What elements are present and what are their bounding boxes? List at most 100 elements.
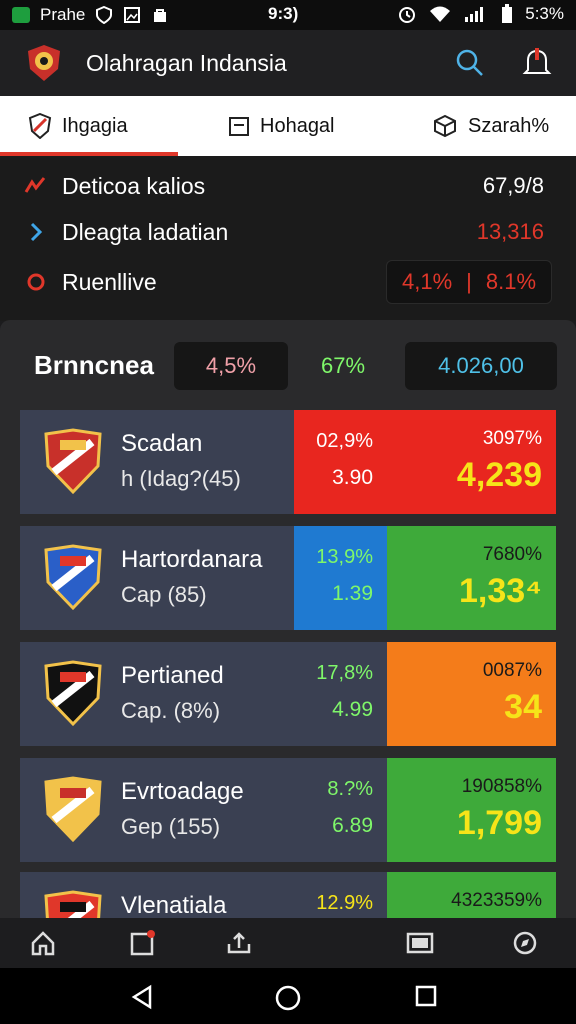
wifi-icon — [430, 6, 451, 22]
team-sub: Cap (85) — [121, 582, 207, 607]
team-row[interactable]: Evrtoadage Gep (155) 8.?% 6.89 190858% 1… — [20, 758, 556, 862]
summary-value: 13,316 — [476, 219, 544, 244]
stat-percent: 12.9% — [316, 892, 373, 914]
tab-label: Szarah% — [468, 114, 550, 137]
tv-icon[interactable] — [406, 930, 434, 956]
alarm-icon — [399, 7, 416, 23]
team-name: Hartordanara — [121, 546, 263, 573]
tab-szarah[interactable]: Szarah% — [432, 96, 549, 156]
home-circle-icon[interactable] — [274, 984, 302, 1012]
team-sub: Cap. (8%) — [121, 698, 221, 723]
summary-row[interactable]: Ruenllive 4,1% | 8.1% — [24, 260, 552, 304]
clock: 9:3) — [268, 4, 299, 23]
score-cell: 3097% 4,239 — [387, 410, 556, 514]
percent-b: 8.1% — [485, 269, 537, 294]
stat-cell: 17,8% 4.99 — [294, 642, 387, 746]
score-percent: 0087% — [482, 660, 542, 681]
score-cell: 190858% 1,799 — [387, 758, 556, 862]
battery-icon — [502, 4, 513, 23]
crest-icon — [44, 890, 102, 920]
tab-ihgagia[interactable]: Ihgagia — [28, 96, 128, 156]
battery-percent: 5:3% — [525, 4, 564, 23]
team-sub: h (Idag?(45) — [121, 466, 241, 491]
tab-hohagal[interactable]: Hohagal — [228, 96, 335, 156]
cube-icon — [434, 114, 456, 138]
summary-label: Deticoa kalios — [62, 172, 206, 199]
crest-icon — [44, 544, 102, 611]
back-icon[interactable] — [130, 984, 154, 1010]
team-row[interactable]: Scadan h (Idag?(45) 02,9% 3.90 3097% 4,2… — [20, 410, 556, 514]
stat-percent: 13,9% — [316, 546, 373, 568]
circle-icon — [27, 273, 45, 291]
team-name: Evrtoadage — [121, 778, 244, 805]
search-icon[interactable] — [455, 48, 485, 78]
chevron-right-icon — [30, 222, 43, 242]
stat-percent: 8.?% — [327, 778, 373, 800]
club-logo-icon[interactable] — [24, 43, 64, 83]
signal-icon — [465, 7, 484, 22]
panel-title: Brnncnea — [34, 350, 154, 380]
shield-icon — [96, 6, 113, 24]
shield-badge-icon — [28, 113, 52, 139]
team-name: Scadan — [121, 430, 203, 457]
image-icon — [124, 7, 141, 23]
stat-percent: 17,8% — [316, 662, 373, 684]
summary-section: Deticoa kalios 67,9/8 Dleagta ladatian 1… — [0, 156, 576, 321]
score-percent: 190858% — [461, 776, 542, 797]
percent-separator: | — [466, 269, 472, 294]
score-percent: 7680% — [482, 544, 542, 565]
team-name: Pertianed — [121, 662, 224, 689]
stat-cell: 13,9% 1.39 — [294, 526, 387, 630]
summary-label: Ruenllive — [62, 268, 157, 295]
score-value: 34 — [504, 688, 542, 726]
stat-box-c: 4.026,00 — [405, 342, 557, 390]
summary-label: Dleagta ladatian — [62, 218, 229, 245]
score-cell: 0087% 34 — [387, 642, 556, 746]
score-percent: 4323359% — [451, 890, 542, 911]
stat-box-a: 4,5% — [174, 342, 288, 390]
tab-label: Hohagal — [260, 114, 335, 137]
panel-header: Brnncnea 4,5% 67% 4.026,00 — [0, 338, 576, 394]
compass-icon[interactable] — [512, 930, 538, 956]
home-icon[interactable] — [30, 930, 56, 956]
stat-box-b: 67% — [320, 353, 366, 378]
bottom-nav — [0, 918, 576, 968]
team-row[interactable]: Vlenatiala 12.9% 4323359% — [20, 872, 556, 920]
score-value: 1,33⁴ — [459, 572, 542, 610]
calendar-icon — [229, 117, 249, 136]
recents-icon[interactable] — [414, 984, 438, 1008]
upload-icon[interactable] — [226, 930, 252, 956]
tab-bar: Ihgagia Hohagal Szarah% — [0, 96, 576, 156]
bag-icon — [154, 9, 167, 22]
score-value: 1,799 — [456, 804, 542, 842]
percent-a: 4,1% — [401, 269, 453, 294]
team-sub: Gep (155) — [121, 814, 221, 839]
stat-value: 3.90 — [332, 466, 373, 489]
summary-row[interactable]: Dleagta ladatian 13,316 — [24, 210, 552, 254]
summary-value: 67,9/8 — [482, 173, 544, 198]
trend-icon — [24, 177, 46, 193]
score-cell: 4323359% — [387, 872, 556, 920]
score-percent: 3097% — [482, 428, 542, 449]
crest-icon — [44, 776, 102, 843]
carrier-label: Prahe — [40, 5, 86, 24]
score-cell: 7680% 1,33⁴ — [387, 526, 556, 630]
crest-icon — [44, 428, 102, 495]
stat-cell: 02,9% 3.90 — [294, 410, 387, 514]
status-bar: Prahe 9:3) 5:3% — [0, 0, 576, 30]
notification-bell-icon[interactable] — [522, 46, 552, 80]
summary-row[interactable]: Deticoa kalios 67,9/8 — [24, 164, 552, 208]
app-bar: Olahragan Indansia — [0, 30, 576, 96]
team-row[interactable]: Hartordanara Cap (85) 13,9% 1.39 7680% 1… — [20, 526, 556, 630]
app-title: Olahragan Indansia — [86, 50, 287, 76]
app-notification-icon — [12, 7, 30, 23]
stat-value: 1.39 — [332, 582, 373, 605]
percent-box: 4,1% | 8.1% — [386, 260, 552, 304]
crest-icon — [44, 660, 102, 727]
stat-cell: 8.?% 6.89 — [294, 758, 387, 862]
news-icon[interactable] — [130, 930, 156, 956]
system-nav-bar — [0, 968, 576, 1024]
team-name: Vlenatiala — [121, 892, 227, 919]
team-row[interactable]: Pertianed Cap. (8%) 17,8% 4.99 0087% 34 — [20, 642, 556, 746]
stat-cell: 12.9% — [294, 872, 387, 920]
